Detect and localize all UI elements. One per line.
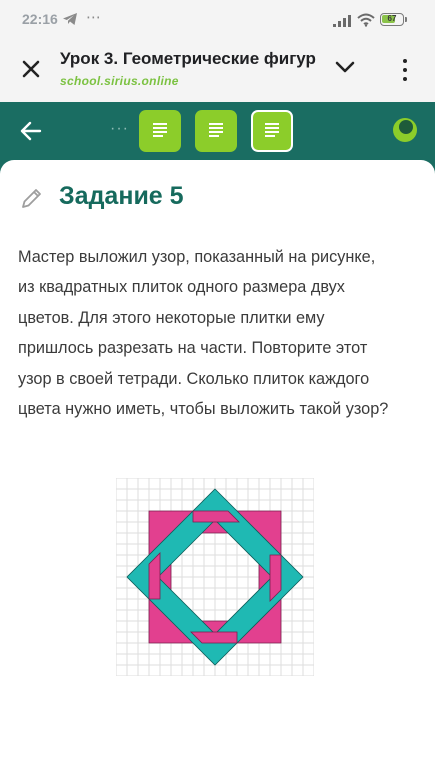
close-icon bbox=[22, 60, 40, 78]
wifi-icon bbox=[357, 13, 375, 32]
task-card: Задание 5 Мастер выложил узор, показанны… bbox=[0, 160, 435, 763]
signal-icon bbox=[333, 14, 351, 32]
task-text-line: цвета нужно иметь, чтобы выложить такой … bbox=[18, 400, 389, 419]
task-heading: Задание 5 bbox=[59, 182, 184, 210]
more-tasks-indicator[interactable]: ··· bbox=[110, 120, 129, 138]
task-tile-3-current[interactable] bbox=[251, 110, 293, 152]
task-tile-2[interactable] bbox=[195, 110, 237, 152]
telegram-icon bbox=[62, 12, 78, 31]
more-dots-icon: ⋯ bbox=[86, 9, 101, 26]
task-text-line: узор в своей тетради. Сколько плиток каж… bbox=[18, 369, 370, 388]
page-url: school.sirius.online bbox=[60, 74, 179, 88]
tile-pattern-figure bbox=[115, 477, 315, 681]
battery-level: 67 bbox=[387, 14, 397, 23]
task-text-line: пришлось разрезать на части. Повторите э… bbox=[18, 339, 368, 358]
more-vert-icon[interactable] bbox=[398, 57, 412, 83]
pencil-icon bbox=[20, 186, 44, 215]
task-text-line: из квадратных плиток одного размера двух bbox=[18, 278, 345, 297]
page-title: Урок 3. Геометрические фигур bbox=[60, 49, 316, 68]
back-button[interactable] bbox=[20, 121, 42, 146]
status-dot-inner bbox=[399, 120, 413, 134]
close-button[interactable] bbox=[20, 58, 42, 80]
arrow-left-icon bbox=[20, 121, 42, 141]
task-text-line: Мастер выложил узор, показанный на рисун… bbox=[18, 248, 376, 266]
task-tile-1[interactable] bbox=[139, 110, 181, 152]
document-icon bbox=[265, 123, 279, 137]
tile-pattern-svg bbox=[115, 477, 315, 677]
task-text: Мастер выложил узор, показанный на рисун… bbox=[18, 242, 423, 424]
status-time: 22:16 bbox=[22, 11, 58, 27]
progress-status-icon[interactable] bbox=[393, 118, 417, 142]
browser-header: Урок 3. Геометрические фигур school.siri… bbox=[0, 40, 435, 102]
expand-button[interactable] bbox=[334, 60, 356, 79]
battery-icon: 67 bbox=[380, 13, 404, 26]
battery-tip bbox=[405, 17, 407, 22]
document-icon bbox=[152, 121, 168, 141]
status-bar: 22:16 ⋯ 67 bbox=[0, 0, 435, 40]
chevron-down-icon bbox=[335, 61, 355, 73]
document-icon bbox=[209, 123, 223, 137]
task-text-line: цветов. Для этого некоторые плитки ему bbox=[18, 308, 325, 327]
